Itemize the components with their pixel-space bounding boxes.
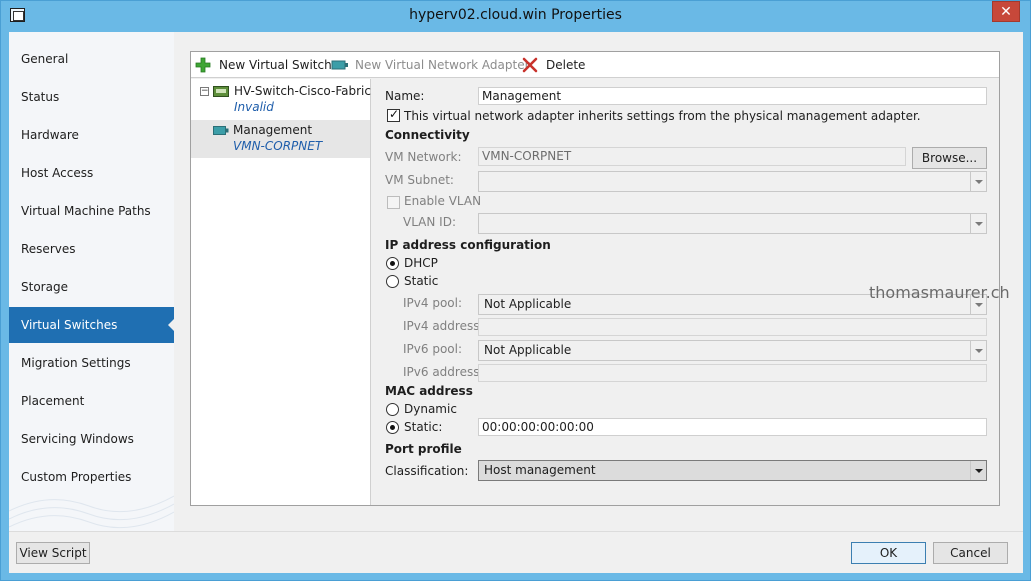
new-virtual-switch-button[interactable]: New Virtual Switch (195, 56, 332, 74)
name-input[interactable]: Management (478, 87, 987, 105)
chevron-down-icon (970, 172, 986, 191)
sidebar-item-migration-settings[interactable]: Migration Settings (9, 345, 174, 381)
ipv6-address-field (478, 364, 987, 382)
tree-node-adapter[interactable]: Management VMN-CORPNET (191, 120, 370, 158)
delete-label: Delete (546, 58, 586, 72)
classification-label: Classification: (385, 464, 469, 478)
cancel-button[interactable]: Cancel (933, 542, 1008, 564)
static-ip-radio[interactable] (386, 275, 399, 288)
connectivity-heading: Connectivity (385, 128, 470, 142)
ipv4-pool-value: Not Applicable (484, 297, 572, 311)
ipv6-pool-value: Not Applicable (484, 343, 572, 357)
delete-button[interactable]: Delete (522, 56, 592, 74)
watermark-text: thomasmaurer.ch (869, 283, 1010, 302)
vm-subnet-dropdown[interactable] (478, 171, 987, 192)
toolbar: New Virtual Switch New Virtual Network A… (191, 52, 999, 78)
ipv4-pool-label: IPv4 pool: (403, 296, 463, 310)
network-adapter-icon (331, 60, 348, 70)
sidebar-item-servicing-windows[interactable]: Servicing Windows (9, 421, 174, 457)
sidebar-item-host-access[interactable]: Host Access (9, 155, 174, 191)
static-ip-label: Static (404, 274, 439, 288)
dhcp-radio[interactable] (386, 257, 399, 270)
ipv6-pool-label: IPv6 pool: (403, 342, 463, 356)
ipv6-address-label: IPv6 address: (403, 365, 484, 379)
chevron-down-icon (970, 214, 986, 233)
new-virtual-network-adapter-button[interactable]: New Virtual Network Adapter (331, 56, 530, 74)
sidebar-decoration (9, 495, 174, 529)
network-adapter-icon (213, 126, 229, 135)
view-script-button[interactable]: View Script (16, 542, 90, 564)
virtual-switches-panel: New Virtual Switch New Virtual Network A… (190, 51, 1000, 506)
dhcp-label: DHCP (404, 256, 438, 270)
tree-adapter-network: VMN-CORPNET (233, 139, 323, 153)
vm-network-label: VM Network: (385, 150, 462, 164)
title-bar[interactable]: hyperv02.cloud.win Properties ✕ (1, 1, 1030, 32)
properties-window: hyperv02.cloud.win Properties ✕ General … (0, 0, 1031, 581)
sidebar-item-virtual-machine-paths[interactable]: Virtual Machine Paths (9, 193, 174, 229)
sidebar-item-placement[interactable]: Placement (9, 383, 174, 419)
vm-network-field: VMN-CORPNET (478, 147, 906, 166)
name-label: Name: (385, 89, 425, 103)
tree-switch-status: Invalid (234, 100, 274, 114)
mac-address-input[interactable]: 00:00:00:00:00:00 (478, 418, 987, 436)
sidebar-item-hardware[interactable]: Hardware (9, 117, 174, 153)
vlan-id-dropdown[interactable] (478, 213, 987, 234)
ok-button[interactable]: OK (851, 542, 926, 564)
port-profile-heading: Port profile (385, 442, 462, 456)
delete-x-icon (522, 57, 538, 73)
browse-button[interactable]: Browse... (912, 147, 987, 169)
sidebar: General Status Hardware Host Access Virt… (9, 32, 175, 531)
sidebar-item-general[interactable]: General (9, 41, 174, 77)
window-title: hyperv02.cloud.win Properties (409, 7, 622, 23)
close-button[interactable]: ✕ (992, 1, 1020, 22)
classification-value: Host management (484, 463, 596, 477)
ipv6-pool-dropdown[interactable]: Not Applicable (478, 340, 987, 361)
sidebar-item-status[interactable]: Status (9, 79, 174, 115)
enable-vlan-checkbox[interactable] (387, 196, 400, 209)
new-virtual-switch-label: New Virtual Switch (219, 58, 332, 72)
vm-subnet-label: VM Subnet: (385, 173, 454, 187)
chevron-down-icon (970, 461, 986, 480)
dialog-client-area: General Status Hardware Host Access Virt… (9, 32, 1023, 573)
tree-switch-name: HV-Switch-Cisco-Fabric (234, 84, 371, 98)
chevron-down-icon (970, 341, 986, 360)
mac-static-radio[interactable] (386, 421, 399, 434)
enable-vlan-label: Enable VLAN (404, 194, 482, 208)
tree-node-switch[interactable]: − HV-Switch-Cisco-Fabric Invalid (191, 81, 371, 119)
inherit-settings-label: This virtual network adapter inherits se… (404, 109, 921, 123)
mac-address-heading: MAC address (385, 384, 473, 398)
switch-tree: − HV-Switch-Cisco-Fabric Invalid Managem… (191, 79, 371, 505)
inherit-settings-checkbox[interactable] (387, 107, 400, 122)
sidebar-item-storage[interactable]: Storage (9, 269, 174, 305)
ip-config-heading: IP address configuration (385, 238, 551, 252)
ipv4-address-field (478, 318, 987, 336)
footer-divider (9, 531, 1023, 532)
mac-static-label: Static: (404, 420, 443, 434)
mac-dynamic-radio[interactable] (386, 403, 399, 416)
add-plus-icon (195, 57, 211, 73)
tree-adapter-name: Management (233, 123, 313, 137)
sidebar-item-reserves[interactable]: Reserves (9, 231, 174, 267)
vlan-id-label: VLAN ID: (403, 215, 456, 229)
ipv4-address-label: IPv4 address: (403, 319, 484, 333)
collapse-icon[interactable]: − (200, 87, 209, 96)
classification-dropdown[interactable]: Host management (478, 460, 987, 481)
new-virtual-network-adapter-label: New Virtual Network Adapter (355, 58, 530, 72)
switch-icon (213, 86, 229, 97)
mac-dynamic-label: Dynamic (404, 402, 457, 416)
sidebar-item-virtual-switches[interactable]: Virtual Switches (9, 307, 175, 343)
